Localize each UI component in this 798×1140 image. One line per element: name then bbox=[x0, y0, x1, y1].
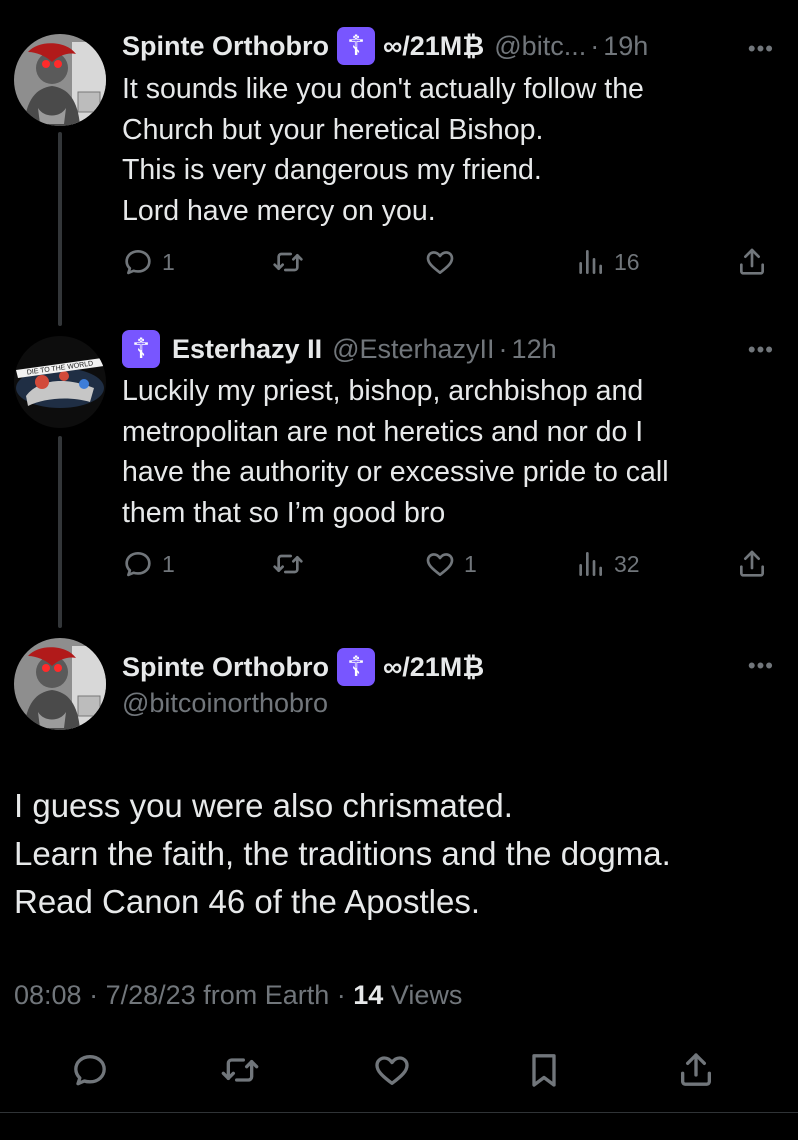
avatar[interactable] bbox=[14, 638, 106, 730]
views-count: 14 bbox=[353, 980, 384, 1010]
views-button[interactable]: 32 bbox=[574, 548, 640, 580]
like-button[interactable] bbox=[424, 246, 464, 278]
main-tweet-actions bbox=[0, 1050, 798, 1090]
bookmark-icon bbox=[532, 1054, 556, 1087]
orthodox-cross-badge-icon: ☦ bbox=[336, 27, 375, 65]
like-button[interactable]: 1 bbox=[424, 548, 477, 580]
share-button[interactable] bbox=[676, 1050, 716, 1095]
views-count: 32 bbox=[614, 550, 640, 577]
reply-icon bbox=[125, 552, 151, 577]
tweet-metadata: 08:08 · 7/28/23 from Earth · 14 Views bbox=[14, 980, 463, 1010]
more-icon[interactable]: ••• bbox=[748, 653, 774, 679]
views-count: 16 bbox=[614, 248, 640, 275]
like-count: 1 bbox=[464, 550, 477, 577]
reply-button[interactable] bbox=[70, 1050, 110, 1095]
like-icon bbox=[426, 553, 454, 576]
handle[interactable]: @bitcoinorthobro bbox=[122, 688, 328, 719]
name-suffix: ∞/21M₿ bbox=[382, 651, 485, 682]
more-icon[interactable]: ••• bbox=[748, 337, 774, 363]
share-icon bbox=[740, 248, 764, 275]
tweet-actions: 1 1 32 bbox=[122, 548, 782, 588]
thread-line bbox=[58, 436, 62, 628]
retweet-button[interactable] bbox=[272, 246, 304, 278]
thread-line bbox=[58, 132, 62, 326]
tweet-text: Luckily my priest, bishop, archbishop an… bbox=[122, 375, 669, 529]
tweet-time[interactable]: 08:08 bbox=[14, 980, 82, 1010]
tweet-source: from Earth bbox=[203, 980, 330, 1010]
separator-dot: · bbox=[498, 333, 508, 364]
timestamp[interactable]: 12h bbox=[512, 334, 557, 365]
orthodox-cross-badge-icon: ☦ bbox=[336, 648, 375, 686]
display-name[interactable]: Spinte Orthobro bbox=[122, 31, 329, 62]
retweet-icon bbox=[273, 554, 303, 574]
main-tweet-header: Spinte Orthobro ☦ ∞/21M₿ bbox=[122, 648, 484, 686]
reply-icon bbox=[125, 250, 151, 275]
divider bbox=[0, 1112, 798, 1113]
more-icon[interactable]: ••• bbox=[748, 36, 774, 62]
share-button[interactable] bbox=[736, 246, 768, 278]
reply-header: ☦ Esterhazy II @EsterhazyII · 12h bbox=[122, 330, 557, 368]
like-icon bbox=[426, 251, 454, 274]
share-icon bbox=[681, 1053, 711, 1086]
avatar[interactable]: DIE TO THE WORLD bbox=[14, 336, 106, 428]
retweet-button[interactable] bbox=[272, 548, 304, 580]
share-icon bbox=[740, 550, 764, 577]
reply-header: Spinte Orthobro ☦ ∞/21M₿ @bitc... · 19h bbox=[122, 27, 648, 65]
views-icon bbox=[579, 552, 602, 576]
reply-count: 1 bbox=[162, 550, 175, 577]
display-name[interactable]: Esterhazy II bbox=[172, 334, 322, 365]
name-suffix: ∞/21M₿ bbox=[382, 30, 485, 61]
share-button[interactable] bbox=[736, 548, 768, 580]
handle[interactable]: @bitc... bbox=[494, 31, 586, 62]
retweet-button[interactable] bbox=[220, 1050, 260, 1095]
main-tweet-text: I guess you were also chrismated. Learn … bbox=[14, 787, 671, 920]
tweet-actions: 1 16 bbox=[122, 246, 782, 286]
views-icon bbox=[579, 250, 602, 274]
reply-icon bbox=[74, 1055, 106, 1086]
reply-button[interactable]: 1 bbox=[122, 246, 175, 278]
separator-dot: · bbox=[590, 30, 600, 61]
views-button[interactable]: 16 bbox=[574, 246, 640, 278]
views-label: Views bbox=[390, 980, 463, 1010]
avatar[interactable] bbox=[14, 34, 106, 126]
tweet-date[interactable]: 7/28/23 bbox=[106, 980, 196, 1010]
like-icon bbox=[375, 1056, 409, 1085]
bookmark-button[interactable] bbox=[524, 1050, 564, 1095]
handle[interactable]: @EsterhazyII bbox=[332, 334, 494, 365]
tweet-text: It sounds like you don't actually follow… bbox=[122, 73, 644, 227]
retweet-icon bbox=[273, 252, 303, 272]
orthodox-cross-badge-icon: ☦ bbox=[122, 330, 160, 368]
reply-button[interactable]: 1 bbox=[122, 548, 175, 580]
retweet-icon bbox=[221, 1058, 259, 1082]
like-button[interactable] bbox=[372, 1050, 412, 1095]
reply-count: 1 bbox=[162, 248, 175, 275]
display-name[interactable]: Spinte Orthobro bbox=[122, 652, 329, 683]
timestamp[interactable]: 19h bbox=[603, 31, 648, 62]
